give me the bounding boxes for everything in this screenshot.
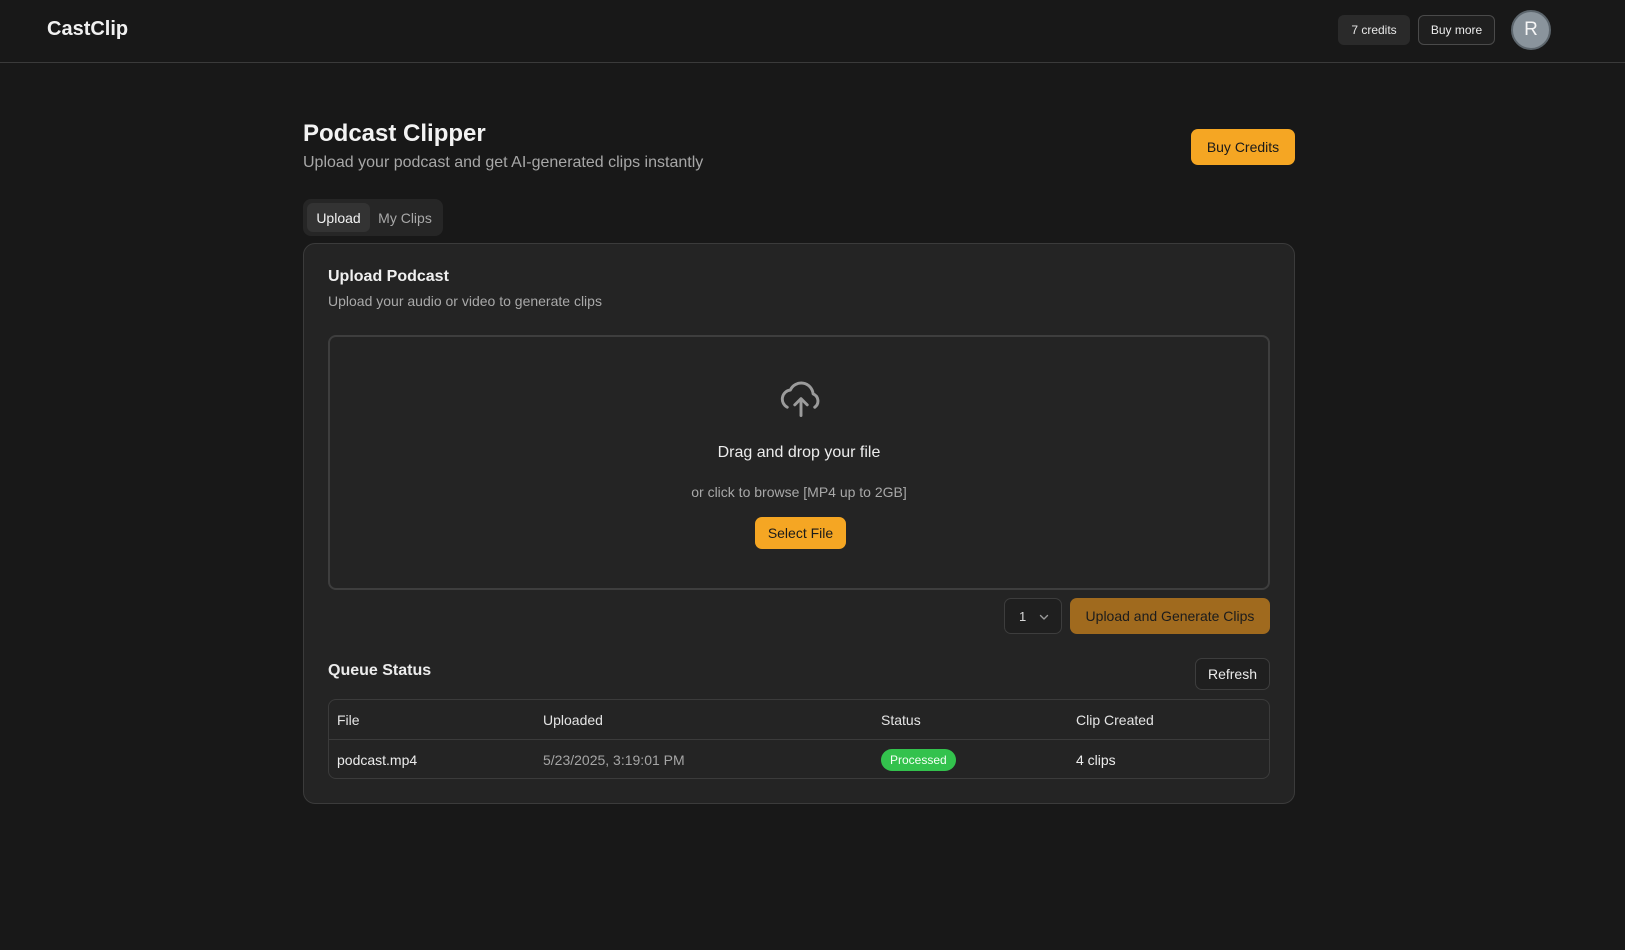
- status-badge: Processed: [881, 749, 956, 771]
- column-header-uploaded: Uploaded: [543, 712, 603, 728]
- table-divider: [329, 739, 1269, 740]
- buy-credits-button[interactable]: Buy Credits: [1191, 129, 1295, 165]
- table-cell-uploaded: 5/23/2025, 3:19:01 PM: [543, 752, 685, 768]
- page-subtitle: Upload your podcast and get AI-generated…: [303, 154, 704, 171]
- column-header-clip-created: Clip Created: [1076, 712, 1154, 728]
- upload-generate-button[interactable]: Upload and Generate Clips: [1070, 598, 1270, 634]
- brand-logo[interactable]: CastClip: [47, 18, 128, 41]
- column-header-status: Status: [881, 712, 921, 728]
- clip-count-value: 1: [1019, 609, 1027, 624]
- page-title: Podcast Clipper: [303, 120, 486, 147]
- tab-upload[interactable]: Upload: [307, 203, 370, 232]
- tab-list: Upload My Clips: [303, 199, 443, 236]
- cloud-upload-icon: [780, 381, 820, 417]
- credits-badge: 7 credits: [1338, 15, 1410, 45]
- buy-more-button[interactable]: Buy more: [1418, 15, 1495, 45]
- tab-my-clips[interactable]: My Clips: [373, 203, 437, 232]
- top-bar: CastClip 7 credits Buy more R: [0, 0, 1625, 63]
- queue-status-title: Queue Status: [328, 662, 432, 679]
- queue-table: File Uploaded Status Clip Created podcas…: [328, 699, 1270, 779]
- clip-count-select[interactable]: 1: [1004, 598, 1062, 634]
- table-cell-file: podcast.mp4: [337, 752, 418, 768]
- card-description: Upload your audio or video to generate c…: [328, 293, 602, 309]
- refresh-button[interactable]: Refresh: [1195, 658, 1270, 690]
- dropzone-hint: or click to browse [MP4 up to 2GB]: [691, 484, 907, 500]
- upload-card: Upload Podcast Upload your audio or vide…: [303, 243, 1295, 804]
- select-file-button[interactable]: Select File: [755, 517, 846, 549]
- file-dropzone[interactable]: Drag and drop your file or click to brow…: [328, 335, 1270, 590]
- table-cell-clips: 4 clips: [1076, 752, 1116, 768]
- avatar[interactable]: R: [1511, 10, 1551, 50]
- card-title: Upload Podcast: [328, 268, 449, 285]
- column-header-file: File: [337, 712, 360, 728]
- dropzone-title: Drag and drop your file: [717, 444, 881, 461]
- chevron-down-icon: [1039, 614, 1049, 620]
